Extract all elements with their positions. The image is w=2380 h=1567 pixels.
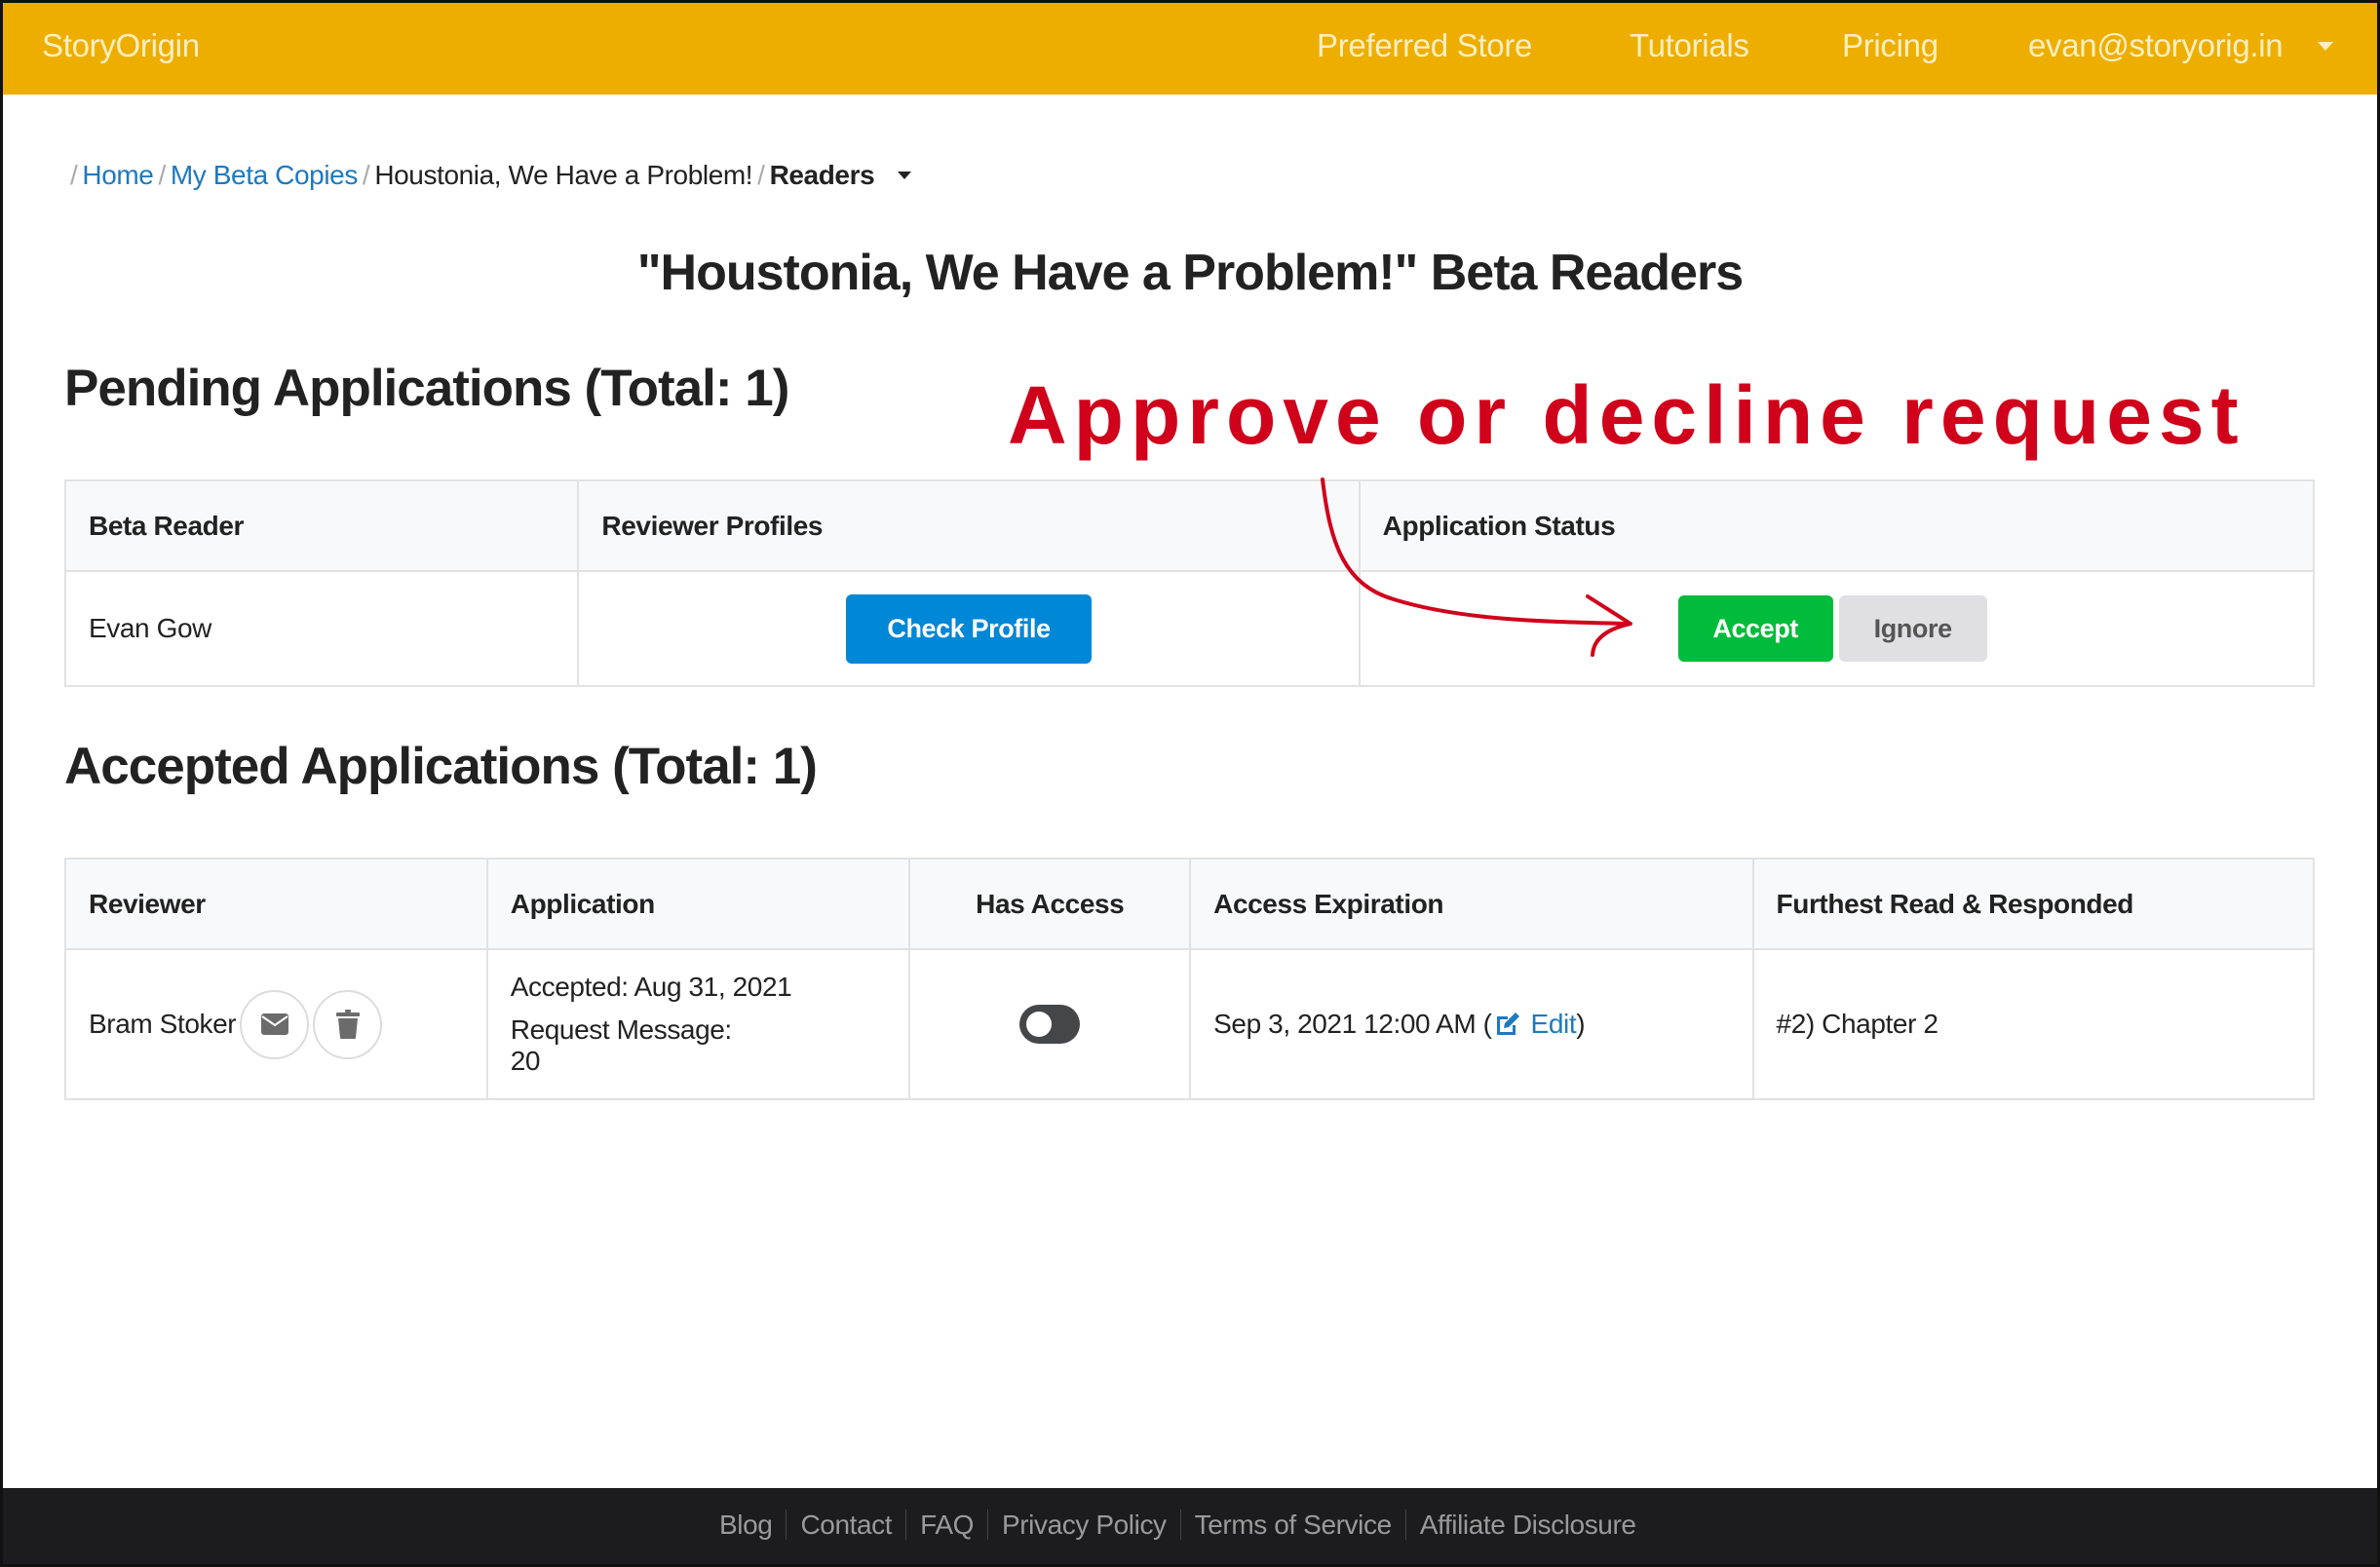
breadcrumb-home[interactable]: Home	[82, 160, 153, 190]
envelope-icon	[260, 1013, 288, 1035]
column-header-reviewer-profiles: Reviewer Profiles	[577, 479, 1361, 572]
edit-expiration-link[interactable]: Edit	[1492, 1009, 1577, 1039]
brand-logo-link[interactable]: StoryOrigin	[42, 27, 200, 64]
breadcrumb-separator: /	[158, 160, 166, 190]
caret-down-icon[interactable]	[2318, 42, 2333, 51]
breadcrumb-separator: /	[757, 160, 765, 190]
reviewer-cell: Bram Stoker	[64, 948, 488, 1100]
annotation-text: Approve or decline request	[1008, 369, 2246, 461]
breadcrumb-separator: /	[70, 160, 78, 190]
footer-link-privacy-policy[interactable]: Privacy Policy	[986, 1510, 1180, 1540]
breadcrumb-readers[interactable]: Readers	[770, 160, 875, 190]
column-header-application: Application	[485, 858, 911, 950]
footer: Blog Contact FAQ Privacy Policy Terms of Ser…	[0, 1488, 2380, 1567]
reviewer-profile-cell: Check Profile	[577, 570, 1361, 687]
breadcrumb-book: Houstonia, We Have a Problem!	[374, 160, 753, 190]
accepted-date: Accepted: Aug 31, 2021	[510, 972, 792, 1002]
trash-icon	[335, 1010, 360, 1039]
expiration-date: Sep 3, 2021 12:00 AM (	[1213, 1009, 1492, 1039]
caret-down-icon[interactable]	[898, 171, 912, 179]
request-message: 20	[510, 1046, 541, 1076]
message-reviewer-button[interactable]	[240, 989, 310, 1059]
footer-link-faq[interactable]: FAQ	[905, 1510, 987, 1540]
table-header-row: Beta Reader Reviewer Profiles Applicatio…	[63, 479, 2316, 572]
reviewer-name: Bram Stoker	[89, 1009, 237, 1039]
nav-pricing[interactable]: Pricing	[1842, 27, 1939, 64]
furthest-read-cell: #2) Chapter 2	[1751, 948, 2316, 1100]
column-header-access-expiration: Access Expiration	[1189, 858, 1754, 950]
check-profile-button[interactable]: Check Profile	[846, 593, 1093, 664]
footer-link-affiliate-disclosure[interactable]: Affiliate Disclosure	[1404, 1510, 1650, 1540]
has-access-toggle[interactable]	[1019, 1005, 1081, 1044]
edit-label[interactable]: Edit	[1531, 1009, 1577, 1039]
nav-tutorials[interactable]: Tutorials	[1630, 27, 1749, 64]
has-access-cell	[908, 948, 1192, 1100]
accepted-applications-table: Reviewer Application Has Access Access E…	[64, 858, 2316, 1100]
top-navbar: StoryOrigin Preferred Store Tutorials Pr…	[0, 0, 2380, 95]
column-header-beta-reader: Beta Reader	[63, 479, 580, 572]
toggle-knob	[1026, 1012, 1053, 1037]
column-header-reviewer: Reviewer	[64, 858, 488, 950]
footer-link-terms-of-service[interactable]: Terms of Service	[1179, 1510, 1405, 1540]
accept-button[interactable]: Accept	[1677, 595, 1833, 662]
request-message-label: Request Message:	[510, 1014, 732, 1045]
page-title: "Houstonia, We Have a Problem!" Beta Rea…	[636, 245, 1744, 301]
remove-reviewer-button[interactable]	[313, 989, 383, 1059]
edit-icon	[1496, 1013, 1519, 1035]
footer-links: Blog Contact FAQ Privacy Policy Terms of Ser…	[719, 1510, 1650, 1541]
column-header-application-status: Application Status	[1358, 479, 2316, 572]
ignore-button[interactable]: Ignore	[1838, 595, 1987, 662]
user-menu[interactable]: evan@storyorig.in	[2028, 27, 2284, 64]
nav-preferred-store[interactable]: Preferred Store	[1317, 27, 1532, 64]
table-header-row: Reviewer Application Has Access Access E…	[64, 858, 2316, 950]
expiration-close-paren: )	[1576, 1009, 1586, 1039]
table-row: Bram Stoker Accepted: Aug 31, 2021 Reque…	[64, 948, 2316, 1100]
footer-link-contact[interactable]: Contact	[786, 1510, 906, 1540]
breadcrumb: / Home / My Beta Copies / Houstonia, We Have …	[70, 160, 912, 191]
column-header-has-access: Has Access	[908, 858, 1192, 950]
pending-applications-heading: Pending Applications (Total: 1)	[64, 360, 789, 417]
breadcrumb-my-beta-copies[interactable]: My Beta Copies	[171, 160, 358, 190]
access-expiration-cell: Sep 3, 2021 12:00 AM ( Edit)	[1189, 948, 1754, 1100]
column-header-furthest-read: Furthest Read & Responded	[1751, 858, 2316, 950]
beta-reader-name: Evan Gow	[63, 570, 580, 687]
pending-applications-table: Beta Reader Reviewer Profiles Applicatio…	[63, 479, 2316, 687]
application-status-cell: Accept Ignore	[1358, 570, 2316, 687]
breadcrumb-separator: /	[362, 160, 370, 190]
application-cell: Accepted: Aug 31, 2021 Request Message: …	[485, 948, 911, 1100]
footer-link-blog[interactable]: Blog	[719, 1510, 786, 1540]
accepted-applications-heading: Accepted Applications (Total: 1)	[64, 738, 818, 795]
table-row: Evan Gow Check Profile Accept Ignore	[63, 570, 2316, 687]
